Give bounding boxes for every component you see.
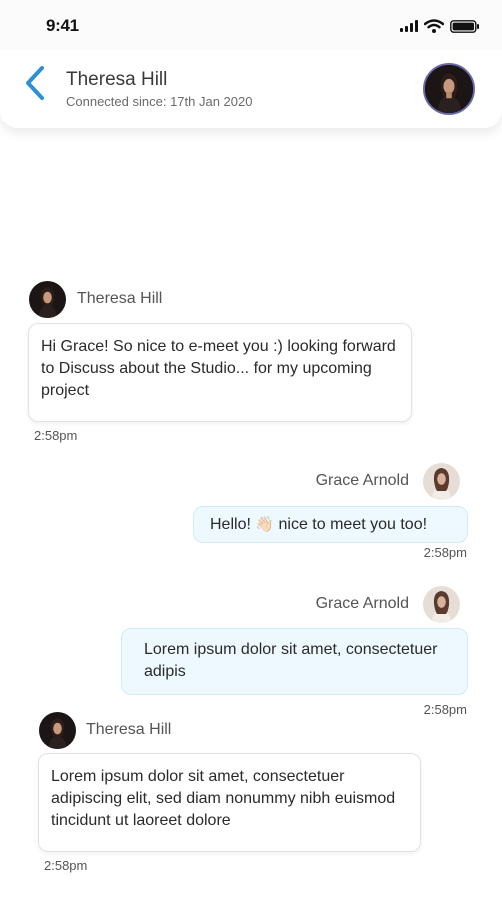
message-text: nice to meet you too!: [278, 516, 428, 533]
status-icons: [400, 18, 480, 34]
status-time: 9:41: [46, 16, 79, 35]
message-time: 2:58pm: [34, 428, 78, 443]
waving-hand-emoji: 👋🏻: [255, 516, 275, 533]
wifi-icon: [424, 19, 444, 33]
message-bubble[interactable]: Hi Grace! So nice to e-meet you :) looki…: [28, 323, 412, 422]
message-time: 2:58pm: [423, 702, 467, 717]
status-bar: 9:41: [0, 0, 502, 50]
message-time: 2:58pm: [423, 545, 467, 560]
message-time: 2:58pm: [44, 858, 88, 873]
signal-icon: [400, 20, 418, 32]
contact-name[interactable]: Theresa Hill: [66, 69, 167, 91]
message-bubble[interactable]: Lorem ipsum dolor sit amet, consectetuer…: [38, 753, 421, 852]
sender-name: Grace Arnold: [315, 472, 409, 489]
connected-since: Connected since: 17th Jan 2020: [66, 94, 253, 109]
message-text: Hello!: [210, 516, 251, 533]
contact-avatar[interactable]: [423, 63, 475, 115]
chat-header: Theresa Hill Connected since: 17th Jan 2…: [0, 50, 502, 128]
sender-name: Grace Arnold: [315, 595, 409, 612]
message-text: Lorem ipsum dolor sit amet, consectetuer…: [51, 768, 396, 829]
back-arrow-icon[interactable]: [22, 64, 48, 102]
message-bubble[interactable]: Lorem ipsum dolor sit amet, consectetuer…: [121, 628, 468, 695]
sender-avatar[interactable]: [423, 463, 460, 500]
message-text: Lorem ipsum dolor sit amet, consectetuer…: [144, 641, 438, 680]
sender-avatar[interactable]: [29, 281, 66, 318]
sender-name: Theresa Hill: [77, 290, 163, 307]
sender-name: Theresa Hill: [86, 721, 172, 738]
message-text: Hi Grace! So nice to e-meet you :) looki…: [41, 338, 396, 399]
message-bubble[interactable]: Hello! 👋🏻 nice to meet you too!: [193, 506, 468, 543]
sender-avatar[interactable]: [423, 586, 460, 623]
sender-avatar[interactable]: [39, 712, 76, 749]
battery-icon: [450, 19, 479, 33]
